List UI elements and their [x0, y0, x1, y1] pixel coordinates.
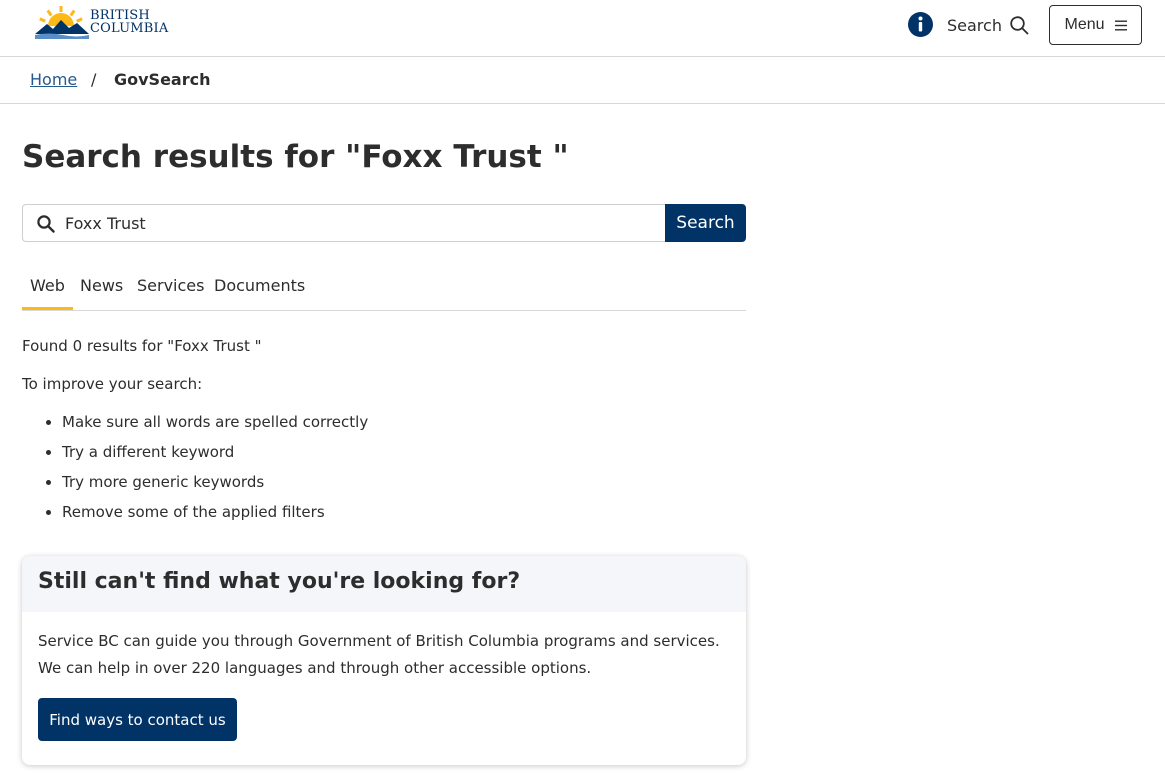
header-search-label: Search — [947, 15, 1002, 35]
results-count-text: Found 0 results for "Foxx Trust " — [22, 337, 262, 355]
header-search-button[interactable]: Search — [947, 12, 1029, 38]
info-circle-icon[interactable] — [908, 12, 933, 37]
list-item: Try more generic keywords — [62, 470, 368, 500]
list-item: Make sure all words are spelled correctl… — [62, 410, 368, 440]
list-item: Try a different keyword — [62, 440, 368, 470]
improve-search-heading: To improve your search: — [22, 375, 203, 393]
tab-news[interactable]: News — [80, 276, 123, 310]
contact-us-button[interactable]: Find ways to contact us — [38, 698, 237, 741]
result-type-tabs: Web News Services Documents — [22, 266, 746, 311]
help-card: Still can't find what you're looking for… — [22, 556, 746, 765]
search-icon — [37, 215, 55, 233]
tab-web[interactable]: Web — [22, 276, 73, 310]
breadcrumb: Home / GovSearch — [0, 57, 1165, 104]
help-card-body: Service BC can guide you through Governm… — [38, 628, 738, 682]
help-card-text-line: Service BC can guide you through Governm… — [38, 632, 720, 650]
help-card-header: Still can't find what you're looking for… — [22, 556, 746, 612]
logo-wordmark: BRITISH COLUMBIA — [90, 9, 168, 35]
help-card-title: Still can't find what you're looking for… — [38, 569, 521, 594]
search-submit-button[interactable]: Search — [665, 204, 746, 242]
search-tips-list: Make sure all words are spelled correctl… — [22, 410, 368, 530]
sun-mountain-logo-icon — [35, 6, 89, 39]
breadcrumb-separator: / — [91, 70, 97, 89]
menu-button[interactable]: Menu — [1049, 5, 1142, 45]
search-input[interactable] — [65, 205, 655, 241]
help-card-text-line: We can help in over 220 languages and th… — [38, 659, 592, 677]
magnifier-icon — [1010, 15, 1029, 34]
site-header: BRITISH COLUMBIA Search Menu — [0, 0, 1165, 57]
hamburger-icon — [1114, 20, 1127, 30]
menu-label: Menu — [1064, 16, 1105, 33]
logo-line-columbia: COLUMBIA — [90, 21, 169, 36]
list-item: Remove some of the applied filters — [62, 500, 368, 530]
breadcrumb-home-link[interactable]: Home — [30, 70, 77, 89]
breadcrumb-current: GovSearch — [114, 70, 211, 89]
tab-documents[interactable]: Documents — [214, 276, 305, 310]
page-title: Search results for "Foxx Trust " — [22, 139, 569, 175]
search-field[interactable] — [22, 204, 666, 242]
tab-services[interactable]: Services — [137, 276, 204, 310]
bc-gov-logo[interactable]: BRITISH COLUMBIA — [33, 4, 168, 40]
